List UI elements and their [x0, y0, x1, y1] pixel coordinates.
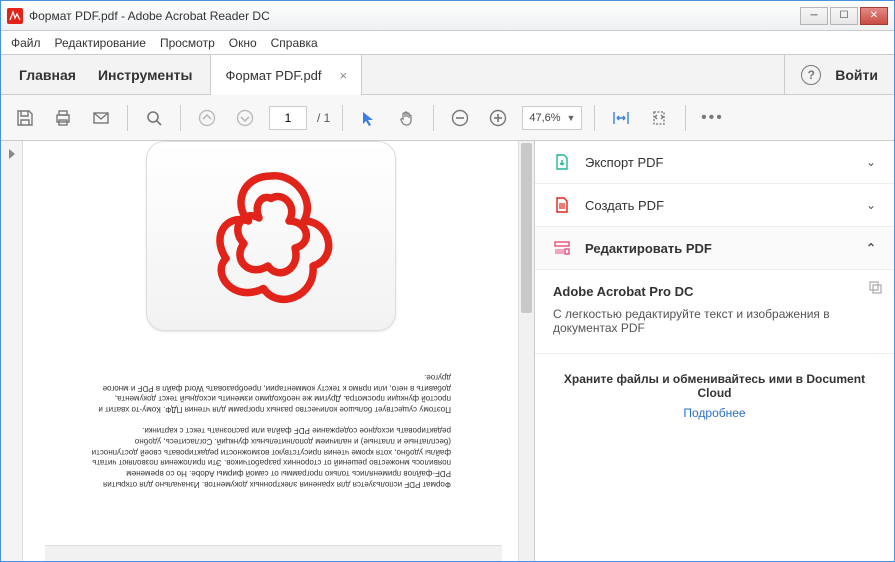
cloud-learn-more-link[interactable]: Подробнее — [553, 406, 876, 420]
close-tab-icon[interactable]: × — [340, 68, 348, 83]
menu-file[interactable]: Файл — [11, 36, 41, 50]
fit-page-icon[interactable] — [645, 104, 673, 132]
tab-home[interactable]: Главная — [19, 67, 76, 83]
save-icon[interactable] — [11, 104, 39, 132]
page-up-icon[interactable] — [193, 104, 221, 132]
toolbar: / 1 47,6% ▼ ••• — [1, 95, 894, 141]
document-viewport[interactable]: Формат PDF используется для хранения эле… — [23, 141, 518, 561]
pdf-logo-image — [146, 141, 396, 331]
app-window: Формат PDF.pdf - Adobe Acrobat Reader DC… — [0, 0, 895, 562]
scrollbar-thumb[interactable] — [521, 143, 532, 313]
tab-left-group: Главная Инструменты — [1, 55, 210, 94]
tools-panel: Экспорт PDF ⌄ Создать PDF ⌄ Редактироват… — [534, 141, 894, 561]
page-number-input[interactable] — [269, 106, 307, 130]
titlebar: Формат PDF.pdf - Adobe Acrobat Reader DC… — [1, 1, 894, 31]
menu-help[interactable]: Справка — [271, 36, 318, 50]
close-button[interactable]: ✕ — [860, 7, 888, 25]
edit-pdf-tool[interactable]: Редактировать PDF ⌃ — [535, 227, 894, 270]
tab-tools[interactable]: Инструменты — [98, 67, 193, 83]
sign-in-button[interactable]: Войти — [835, 67, 878, 83]
zoom-dropdown[interactable]: 47,6% ▼ — [522, 106, 582, 130]
tab-strip: Главная Инструменты Формат PDF.pdf × ? В… — [1, 55, 894, 95]
menu-edit[interactable]: Редактирование — [55, 36, 146, 50]
document-text-mirrored: Формат PDF используется для хранения эле… — [91, 361, 451, 489]
create-pdf-label: Создать PDF — [585, 198, 664, 213]
export-pdf-icon — [553, 153, 571, 171]
more-tools-icon[interactable]: ••• — [698, 104, 726, 132]
copy-icon[interactable] — [868, 280, 882, 294]
triangle-right-icon — [9, 149, 15, 159]
edit-pdf-label: Редактировать PDF — [585, 241, 712, 256]
menu-window[interactable]: Окно — [229, 36, 257, 50]
create-pdf-tool[interactable]: Создать PDF ⌄ — [535, 184, 894, 227]
selection-tool-icon[interactable] — [355, 104, 383, 132]
document-tab-label: Формат PDF.pdf — [225, 68, 321, 83]
zoom-out-icon[interactable] — [446, 104, 474, 132]
vertical-scrollbar[interactable] — [518, 141, 534, 561]
edit-pdf-icon — [553, 239, 571, 257]
page-down-icon[interactable] — [231, 104, 259, 132]
export-pdf-label: Экспорт PDF — [585, 155, 663, 170]
doc-paragraph-1: Формат PDF используется для хранения эле… — [91, 424, 451, 489]
promo-title: Adobe Acrobat Pro DC — [553, 284, 876, 299]
minimize-button[interactable]: ─ — [800, 7, 828, 25]
zoom-value: 47,6% — [529, 112, 560, 124]
chevron-up-icon: ⌃ — [866, 241, 876, 255]
menu-view[interactable]: Просмотр — [160, 36, 215, 50]
chevron-down-icon: ▼ — [567, 113, 576, 123]
document-tab[interactable]: Формат PDF.pdf × — [210, 55, 362, 95]
app-icon — [7, 8, 23, 24]
document-area: Формат PDF используется для хранения эле… — [1, 141, 534, 561]
hand-tool-icon[interactable] — [393, 104, 421, 132]
cloud-text: Храните файлы и обменивайтесь ими в Docu… — [553, 372, 876, 400]
print-icon[interactable] — [49, 104, 77, 132]
chevron-down-icon: ⌄ — [866, 155, 876, 169]
zoom-in-icon[interactable] — [484, 104, 512, 132]
maximize-button[interactable]: ☐ — [830, 7, 858, 25]
cloud-promo: Храните файлы и обменивайтесь ими в Docu… — [535, 354, 894, 438]
navigation-pane-toggle[interactable] — [1, 141, 23, 561]
menubar: Файл Редактирование Просмотр Окно Справк… — [1, 31, 894, 55]
tab-right-group: ? Войти — [784, 55, 894, 94]
search-icon[interactable] — [140, 104, 168, 132]
chevron-down-icon: ⌄ — [866, 198, 876, 212]
create-pdf-icon — [553, 196, 571, 214]
page-total-label: / 1 — [317, 111, 330, 125]
help-icon[interactable]: ? — [801, 65, 821, 85]
pdf-page: Формат PDF используется для хранения эле… — [61, 141, 481, 489]
doc-paragraph-2: Поэтому существует большое количество ра… — [91, 371, 451, 414]
promo-text: С легкостью редактируйте текст и изображ… — [553, 307, 876, 335]
promo-panel: Adobe Acrobat Pro DC С легкостью редакти… — [535, 270, 894, 354]
window-controls: ─ ☐ ✕ — [800, 7, 888, 25]
fit-width-icon[interactable] — [607, 104, 635, 132]
email-icon[interactable] — [87, 104, 115, 132]
content-area: Формат PDF используется для хранения эле… — [1, 141, 894, 561]
window-title: Формат PDF.pdf - Adobe Acrobat Reader DC — [29, 9, 800, 23]
horizontal-scrollbar[interactable] — [45, 545, 502, 561]
export-pdf-tool[interactable]: Экспорт PDF ⌄ — [535, 141, 894, 184]
